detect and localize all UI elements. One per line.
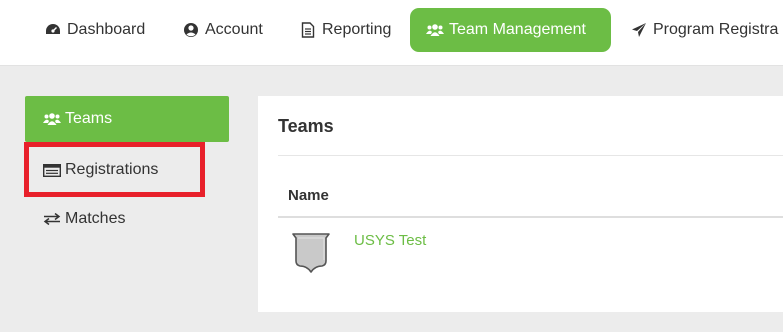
user-circle-icon — [182, 21, 200, 39]
document-icon — [299, 21, 317, 39]
nav-item-label: Reporting — [322, 21, 392, 38]
nav-item-label: Account — [205, 21, 263, 38]
nav-item-dashboard[interactable]: Dashboard — [44, 8, 145, 52]
top-navigation: Dashboard Account Reporting Team Managem… — [0, 0, 783, 60]
nav-item-label: Dashboard — [67, 21, 146, 38]
divider — [278, 216, 783, 218]
nav-item-reporting[interactable]: Reporting — [299, 8, 391, 52]
team-crest-icon — [288, 229, 334, 275]
nav-item-team-management[interactable]: Team Management — [410, 8, 611, 52]
users-icon — [426, 21, 444, 39]
sidebar-item-matches[interactable]: Matches — [42, 207, 125, 231]
nav-item-label: Team Management — [449, 21, 586, 38]
column-header-name[interactable]: Name — [288, 187, 329, 204]
nav-item-account[interactable]: Account — [182, 8, 263, 52]
team-name-link[interactable]: USYS Test — [354, 232, 426, 249]
users-icon — [42, 111, 62, 127]
nav-item-label: Program Registra — [653, 21, 779, 38]
divider — [278, 155, 783, 156]
exchange-arrows-icon — [42, 211, 62, 227]
highlight-annotation-box — [24, 142, 205, 197]
sidebar-item-label: Teams — [65, 110, 113, 127]
dashboard-gauge-icon — [44, 21, 62, 39]
nav-item-program-registration[interactable]: Program Registra — [630, 8, 778, 52]
teams-panel: Teams Name USYS Test — [258, 96, 783, 312]
panel-title: Teams — [278, 116, 334, 136]
sidebar-item-label: Matches — [65, 210, 126, 227]
paper-plane-icon — [630, 21, 648, 39]
sidebar-item-teams[interactable]: Teams — [25, 96, 229, 142]
